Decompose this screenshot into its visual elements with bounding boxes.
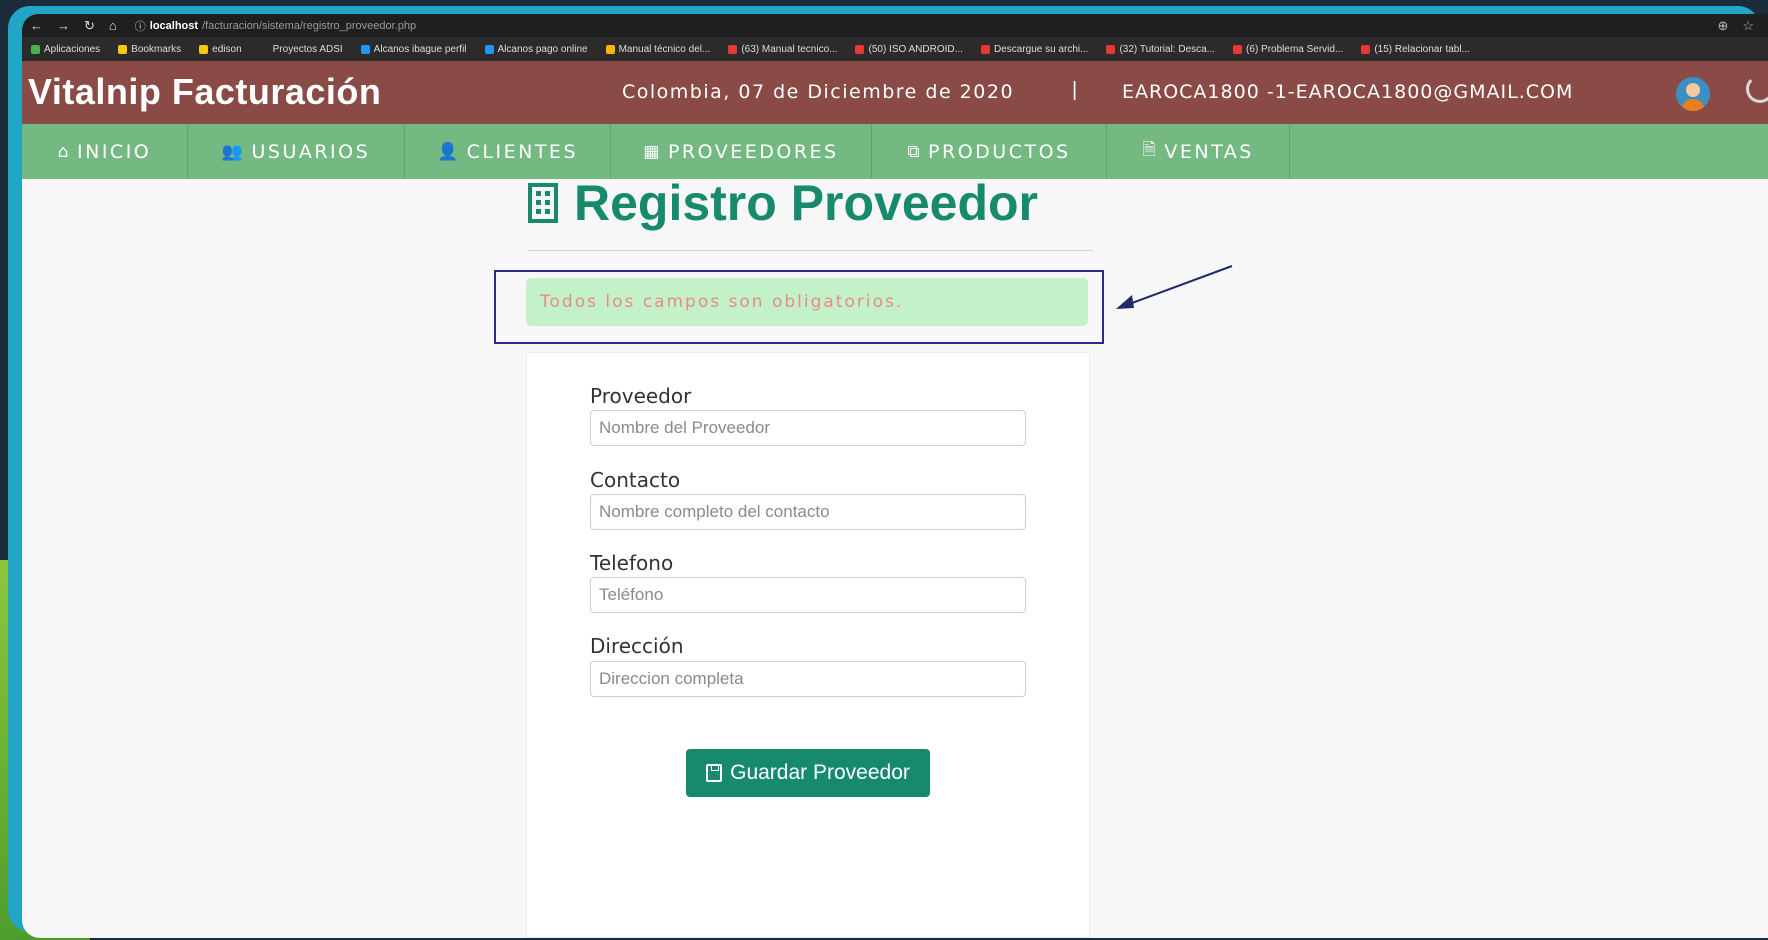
home-icon: ⌂ <box>57 141 72 162</box>
bookmark-icon <box>259 44 269 54</box>
zoom-icon[interactable]: ⊕ <box>1717 18 1728 34</box>
bookmark-item[interactable]: Aplicaciones <box>22 44 109 55</box>
telefono-label: Telefono <box>590 551 674 575</box>
bookmark-icon <box>484 44 494 54</box>
telefono-input[interactable] <box>590 577 1026 613</box>
menu-item-label: INICIO <box>77 140 152 163</box>
back-icon[interactable]: ← <box>30 18 43 34</box>
bookmark-label: (63) Manual tecnico... <box>741 43 838 55</box>
url-actions: ⊕ ☆ <box>1717 18 1754 34</box>
bookmarks-bar: Aplicaciones Bookmarks edison Proyectos ADS… <box>22 37 1768 61</box>
url-field[interactable]: ⓘ localhost/facturacion/sistema/registro… <box>135 18 416 34</box>
bookmark-icon <box>980 44 990 54</box>
header-date: Colombia, 07 de Diciembre de 2020 <box>622 81 1015 103</box>
bookmark-item[interactable]: Alcanos ibague perfil <box>352 44 476 55</box>
bookmark-label: Alcanos pago online <box>497 43 588 55</box>
bookmark-item[interactable]: (15) Relacionar tabl... <box>1352 44 1479 55</box>
power-icon[interactable] <box>1746 75 1768 103</box>
bookmark-item[interactable]: (63) Manual tecnico... <box>719 44 846 55</box>
users-icon: 👥 <box>221 141 246 162</box>
bookmark-icon <box>199 44 209 54</box>
proveedor-input[interactable] <box>590 410 1026 446</box>
menu-item-label: CLIENTES <box>466 140 579 163</box>
bookmark-item[interactable]: (32) Tutorial: Desca... <box>1097 44 1224 55</box>
title-divider <box>528 250 1093 251</box>
browser-window: ← → ↻ ⌂ ⓘ localhost/facturacion/sistema/… <box>22 14 1768 938</box>
annotation-arrow-icon <box>1116 265 1233 309</box>
menu-item-usuarios[interactable]: 👥 USUARIOS <box>188 124 405 179</box>
user-icon: 👤 <box>436 141 461 162</box>
bookmark-label: Manual técnico del... <box>618 43 711 55</box>
menu-item-inicio[interactable]: ⌂ INICIO <box>22 124 188 179</box>
direccion-label: Dirección <box>590 634 684 658</box>
bookmark-item[interactable]: edison <box>190 44 250 55</box>
bookmark-item[interactable]: Descargue su archi... <box>972 44 1098 55</box>
bookmark-icon <box>360 44 370 54</box>
file-icon: 🗎 <box>1142 140 1159 160</box>
menu-item-label: PROVEEDORES <box>667 140 839 163</box>
url-host: localhost <box>149 19 199 32</box>
cubes-icon: ⧉ <box>907 141 923 162</box>
save-provider-label: Guardar Proveedor <box>730 761 910 784</box>
save-icon <box>706 764 723 782</box>
home-browser-icon[interactable]: ⌂ <box>109 18 117 34</box>
bookmark-item[interactable]: Manual técnico del... <box>597 44 720 55</box>
main-menu: ⌂ INICIO 👥 USUARIOS 👤 CLIENTES ▦ PROVEEDORES ⧉ PR… <box>22 124 1768 179</box>
header-user: EAROCA1800 -1-EAROCA1800@GMAIL.COM <box>1122 81 1574 103</box>
reload-icon[interactable]: ↻ <box>84 18 95 34</box>
bookmark-label: Aplicaciones <box>44 43 101 55</box>
direccion-input[interactable] <box>590 661 1026 697</box>
star-icon[interactable]: ☆ <box>1742 18 1754 34</box>
bookmark-label: Descargue su archi... <box>993 43 1089 55</box>
menu-item-proveedores[interactable]: ▦ PROVEEDORES <box>611 124 872 179</box>
bookmark-label: (6) Problema Servid... <box>1246 43 1344 55</box>
info-icon[interactable]: ⓘ <box>135 18 146 34</box>
contacto-input[interactable] <box>590 494 1026 530</box>
bookmark-label: Bookmarks <box>131 43 182 55</box>
bookmark-icon <box>1106 44 1116 54</box>
menu-item-label: PRODUCTOS <box>928 140 1071 163</box>
building-icon: ▦ <box>643 141 662 162</box>
menu-item-clientes[interactable]: 👤 CLIENTES <box>405 124 611 179</box>
app-title: Vitalnip Facturación <box>28 71 382 112</box>
page-title: Registro Proveedor <box>528 174 1038 232</box>
bookmark-icon <box>31 44 40 54</box>
menu-item-productos[interactable]: ⧉ PRODUCTOS <box>872 124 1107 179</box>
url-path: /facturacion/sistema/registro_proveedor.… <box>202 19 417 32</box>
app-header: Vitalnip Facturación Colombia, 07 de Dic… <box>22 61 1768 124</box>
menu-item-ventas[interactable]: 🗎 VENTAS <box>1107 124 1290 179</box>
bookmark-item[interactable]: Alcanos pago online <box>476 44 597 55</box>
avatar-face <box>1686 83 1700 97</box>
menu-item-label: USUARIOS <box>251 140 371 163</box>
bookmark-item[interactable]: (50) ISO ANDROID... <box>846 44 971 55</box>
bookmark-label: (15) Relacionar tabl... <box>1374 43 1470 55</box>
bookmark-item[interactable]: Bookmarks <box>109 44 190 55</box>
bookmark-icon <box>1233 44 1243 54</box>
building-icon <box>528 183 558 223</box>
avatar-body <box>1682 99 1704 111</box>
bookmark-label: Alcanos ibague perfil <box>373 43 467 55</box>
menu-item-label: VENTAS <box>1164 140 1254 163</box>
bookmark-icon <box>855 44 865 54</box>
browser-nav: ← → ↻ ⌂ <box>30 18 117 34</box>
header-separator: | <box>1072 79 1078 101</box>
contacto-label: Contacto <box>590 468 681 492</box>
bookmark-label: edison <box>212 43 242 55</box>
save-provider-button[interactable]: Guardar Proveedor <box>686 749 930 797</box>
required-fields-alert: Todos los campos son obligatorios. <box>526 278 1088 326</box>
bookmark-icon <box>605 44 615 54</box>
bookmark-item[interactable]: Proyectos ADSI <box>251 44 352 55</box>
page-title-text: Registro Proveedor <box>574 175 1039 231</box>
bookmark-icon <box>118 44 128 54</box>
address-bar: ← → ↻ ⌂ ⓘ localhost/facturacion/sistema/… <box>22 14 1768 37</box>
bookmark-item[interactable]: (6) Problema Servid... <box>1224 44 1352 55</box>
avatar[interactable] <box>1676 77 1710 111</box>
forward-icon[interactable]: → <box>57 18 70 34</box>
proveedor-label: Proveedor <box>590 384 692 408</box>
bookmark-label: (50) ISO ANDROID... <box>868 43 963 55</box>
bookmark-icon <box>728 44 738 54</box>
bookmark-label: (32) Tutorial: Desca... <box>1119 43 1216 55</box>
bookmark-label: Proyectos ADSI <box>272 43 343 55</box>
bookmark-icon <box>1361 44 1371 54</box>
